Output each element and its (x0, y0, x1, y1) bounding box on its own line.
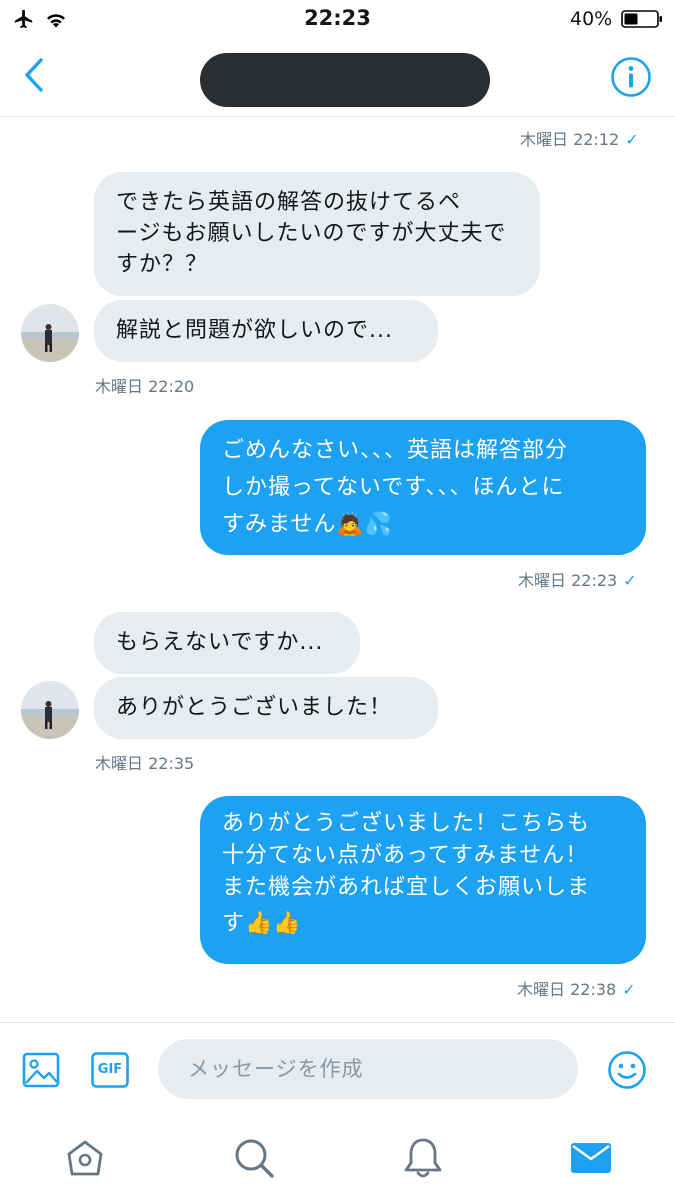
message-line: すみません🙇💦 (222, 512, 394, 537)
message-line: もらえないですか... (116, 630, 324, 655)
message-line: ごめんなさい、、、英語は解答部分 (222, 438, 569, 463)
outgoing-message[interactable]: ありがとうございました！こちらも 十分てない点があってすみません！ また機会があ… (200, 796, 646, 964)
read-check-icon: ✓ (625, 130, 639, 149)
messages-icon[interactable] (569, 1136, 613, 1180)
contact-avatar[interactable] (21, 304, 79, 362)
message-timestamp: 木曜日 22:38 ✓ (517, 980, 636, 999)
message-line: ありがとうございました！ (116, 695, 393, 720)
search-icon[interactable] (232, 1136, 276, 1180)
notifications-icon[interactable] (401, 1136, 445, 1180)
message-line: す👍👍 (222, 911, 302, 936)
status-bar: 22:23 40% (0, 0, 675, 38)
conversation-header: ■■■■■ (0, 38, 675, 117)
message-timestamp: 木曜日 22:20 (95, 377, 195, 396)
message-line: 解説と問題が欲しいので... (116, 318, 393, 343)
tab-bar (0, 1114, 675, 1200)
battery-icon (621, 10, 662, 28)
outgoing-message[interactable]: ごめんなさい、、、英語は解答部分 しか撮ってないです、、、ほんとに すみません🙇… (200, 420, 646, 555)
avatar-photo (21, 304, 79, 362)
incoming-message[interactable]: 解説と問題が欲しいので... (94, 300, 438, 362)
image-icon[interactable] (22, 1051, 60, 1089)
message-line: ありがとうございました！こちらも (222, 811, 591, 836)
read-check-icon: ✓ (622, 980, 636, 999)
back-icon[interactable] (18, 54, 52, 96)
message-line: また機会があれば宜しくお願いしま (222, 875, 591, 900)
message-timestamp: 木曜日 22:12 ✓ (520, 130, 639, 149)
message-line: 十分てない点があってすみません！ (222, 843, 589, 868)
contact-avatar[interactable] (21, 681, 79, 739)
battery-percent: 40% (570, 8, 613, 30)
message-line: しか撮ってないです、、、ほんとに (222, 475, 565, 500)
incoming-message[interactable]: ありがとうございました！ (94, 677, 438, 739)
contact-name-redacted: ■■■■■ (200, 53, 490, 107)
read-check-icon: ✓ (623, 571, 637, 590)
message-composer: GIF (0, 1022, 675, 1115)
message-input[interactable] (158, 1039, 578, 1099)
home-icon[interactable] (63, 1136, 107, 1180)
gif-button[interactable]: GIF (91, 1052, 129, 1088)
incoming-message[interactable]: もらえないですか... (94, 612, 360, 674)
emoji-icon[interactable] (607, 1050, 647, 1090)
info-icon[interactable] (610, 56, 652, 98)
message-timestamp: 木曜日 22:35 (95, 754, 195, 773)
incoming-message[interactable]: できたら英語の解答の抜けてるペ ージもお願いしたいのですが大丈夫で すか？？ (94, 172, 540, 296)
gif-label: GIF (97, 1062, 123, 1077)
avatar-photo (21, 681, 79, 739)
message-timestamp: 木曜日 22:23 ✓ (518, 571, 637, 590)
